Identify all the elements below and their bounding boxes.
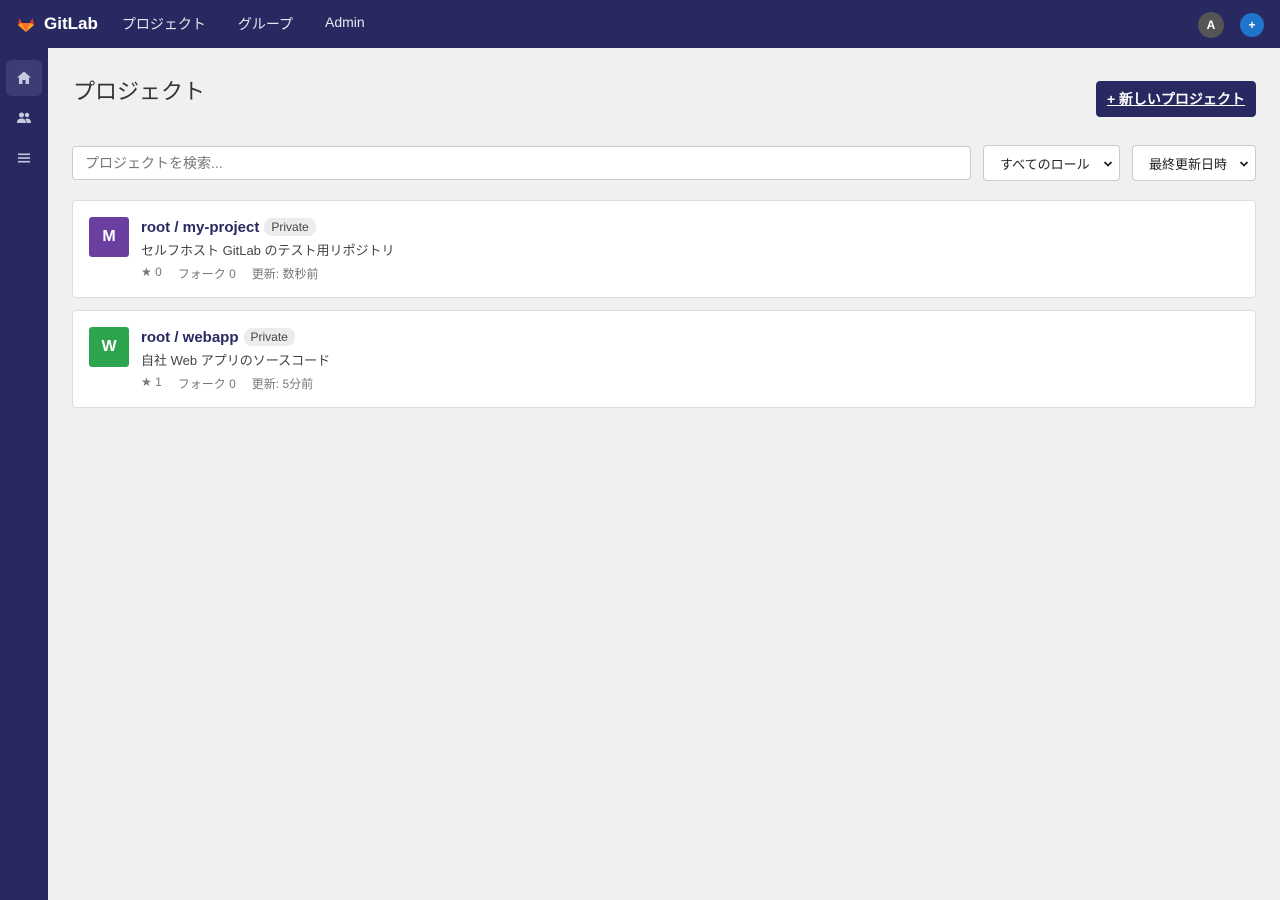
project-name-link[interactable]: root / webapp [141, 329, 239, 346]
top-nav: プロジェクト グループ Admin [122, 14, 397, 34]
project-stars[interactable]: ★ 0 [141, 265, 162, 282]
nav-projects[interactable]: プロジェクト [122, 14, 206, 34]
new-project-button[interactable]: + 新しいプロジェクト [1096, 81, 1256, 117]
top-navbar: GitLab プロジェクト グループ Admin A + [0, 0, 1280, 48]
project-description: セルフホスト GitLab のテスト用リポジトリ [141, 243, 395, 258]
project-meta: ★ 1 フォーク 0 更新: 5分前 [141, 375, 329, 392]
project-card[interactable]: M root / my-project Private セルフホスト GitLa… [72, 200, 1256, 298]
role-filter-value: すべてのロール [1000, 156, 1090, 172]
sort-select[interactable]: 最終更新日時 [1132, 145, 1256, 181]
chevron-down-icon [1239, 161, 1249, 167]
project-updated: 更新: 数秒前 [251, 267, 319, 281]
project-name-link[interactable]: root / my-project [141, 219, 259, 236]
project-description: 自社 Web アプリのソースコード [141, 353, 331, 368]
project-card[interactable]: W root / webapp Private 自社 Web アプリのソースコー… [72, 310, 1256, 408]
project-avatar[interactable]: W [89, 327, 129, 367]
gitlab-logo-icon [18, 18, 34, 32]
project-forks[interactable]: フォーク 0 [178, 265, 236, 282]
project-title-row: root / my-project Private [141, 218, 316, 236]
main-content: プロジェクト + 新しいプロジェクト すべてのロール 最終更新日時 M root… [48, 48, 1280, 900]
create-new-button[interactable]: + [1240, 13, 1264, 37]
project-meta: ★ 0 フォーク 0 更新: 数秒前 [141, 265, 334, 282]
visibility-badge: Private [264, 218, 316, 236]
project-stars[interactable]: ★ 1 [141, 375, 162, 392]
nav-admin[interactable]: Admin [325, 14, 365, 34]
project-forks[interactable]: フォーク 0 [178, 375, 236, 392]
sidebar-item-home[interactable] [6, 60, 42, 96]
project-search-input[interactable] [72, 146, 971, 180]
topbar-right: A + [1198, 12, 1264, 38]
visibility-badge: Private [243, 328, 295, 346]
menu-icon [18, 153, 30, 163]
project-updated: 更新: 5分前 [251, 377, 314, 391]
project-avatar[interactable]: M [89, 217, 129, 257]
page-title: プロジェクト [73, 79, 206, 104]
role-filter-select[interactable]: すべてのロール [983, 145, 1120, 181]
brand[interactable]: GitLab [16, 14, 98, 34]
nav-groups[interactable]: グループ [238, 14, 293, 34]
user-avatar[interactable]: A [1198, 12, 1224, 38]
home-icon [17, 71, 31, 84]
sidebar-item-users[interactable] [6, 100, 42, 136]
left-sidebar [0, 48, 48, 900]
users-icon [17, 112, 31, 123]
sidebar-item-menu[interactable] [6, 140, 42, 176]
sort-value: 最終更新日時 [1149, 156, 1228, 172]
brand-name: GitLab [44, 14, 98, 33]
chevron-down-icon [1103, 161, 1113, 167]
project-title-row: root / webapp Private [141, 328, 295, 346]
